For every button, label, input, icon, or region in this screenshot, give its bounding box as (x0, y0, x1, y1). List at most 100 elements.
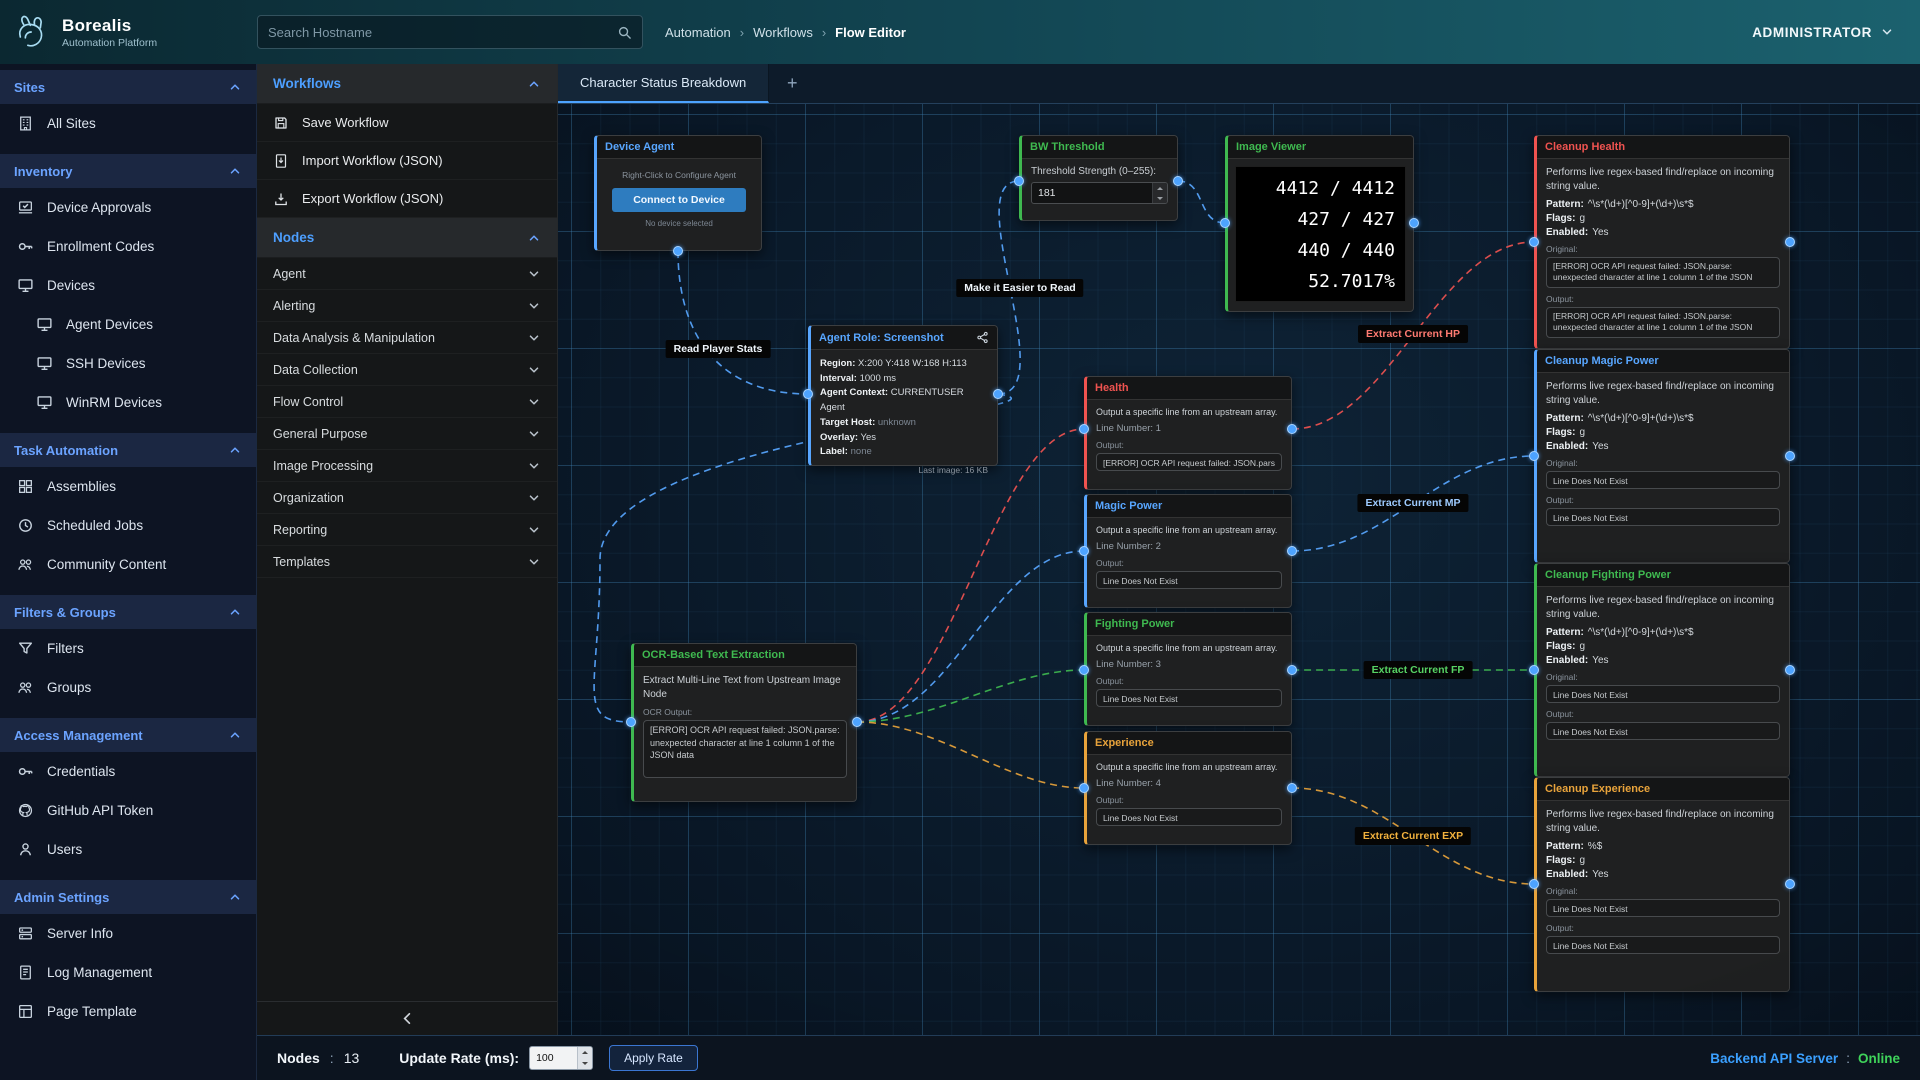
sidebar-item-log-management[interactable]: Log Management (0, 953, 256, 992)
workflows-section-header[interactable]: Workflows (257, 64, 557, 104)
port-bw-threshold-input[interactable] (1014, 176, 1024, 186)
node-cleanup-magic-power[interactable]: Cleanup Magic Power Performs live regex-… (1534, 349, 1790, 563)
port-cleanup-experience-output[interactable] (1785, 879, 1795, 889)
node-category-image-processing[interactable]: Image Processing (257, 450, 557, 482)
port-cleanup-magic-output[interactable] (1785, 451, 1795, 461)
sidebar-section-header-access-management[interactable]: Access Management (0, 718, 256, 752)
port-fighting-power-input[interactable] (1079, 665, 1089, 675)
export-workflow-button[interactable]: Export Workflow (JSON) (257, 180, 557, 218)
node-category-data-collection[interactable]: Data Collection (257, 354, 557, 386)
port-bw-threshold-output[interactable] (1173, 176, 1183, 186)
node-device-agent[interactable]: Device Agent Right-Click to Configure Ag… (594, 135, 762, 251)
sidebar-item-server-info[interactable]: Server Info (0, 914, 256, 953)
sidebar-item-assemblies[interactable]: Assemblies (0, 467, 256, 506)
sidebar-item-users[interactable]: Users (0, 830, 256, 869)
port-cleanup-health-input[interactable] (1529, 237, 1539, 247)
sidebar-item-credentials[interactable]: Credentials (0, 752, 256, 791)
node-cleanup-fighting-power[interactable]: Cleanup Fighting Power Performs live reg… (1534, 563, 1790, 777)
user-menu[interactable]: ADMINISTRATOR (1752, 25, 1894, 40)
sidebar-item-devices[interactable]: Devices (0, 266, 256, 305)
port-cleanup-fighting-output[interactable] (1785, 665, 1795, 675)
node-image-viewer[interactable]: Image Viewer 4412 / 4412 427 / 427 440 /… (1225, 135, 1414, 312)
port-magic-power-output[interactable] (1287, 546, 1297, 556)
sidebar-item-groups[interactable]: Groups (0, 668, 256, 707)
breadcrumb-item-workflows[interactable]: Workflows (753, 25, 813, 40)
import-workflow-button[interactable]: Import Workflow (JSON) (257, 142, 557, 180)
node-magic-power[interactable]: Magic Power Output a specific line from … (1084, 494, 1292, 608)
node-bw-threshold[interactable]: BW Threshold Threshold Strength (0–255): (1019, 135, 1178, 221)
update-rate-input[interactable] (530, 1047, 577, 1069)
port-image-viewer-input[interactable] (1220, 218, 1230, 228)
node-category-templates[interactable]: Templates (257, 546, 557, 578)
spin-down-icon[interactable] (1153, 193, 1167, 203)
update-rate-stepper[interactable] (529, 1046, 593, 1070)
apply-rate-button[interactable]: Apply Rate (609, 1045, 698, 1071)
threshold-input[interactable] (1032, 183, 1152, 203)
connect-to-device-button[interactable]: Connect to Device (612, 188, 746, 212)
spinner-buttons[interactable] (1152, 183, 1167, 203)
share-icon[interactable] (976, 331, 989, 344)
node-category-alerting[interactable]: Alerting (257, 290, 557, 322)
node-cleanup-health[interactable]: Cleanup Health Performs live regex-based… (1534, 135, 1790, 349)
sidebar-item-agent-devices[interactable]: Agent Devices (0, 305, 256, 344)
node-category-reporting[interactable]: Reporting (257, 514, 557, 546)
sidebar-item-winrm-devices[interactable]: WinRM Devices (0, 383, 256, 422)
node-ocr-text-extraction[interactable]: OCR-Based Text Extraction Extract Multi-… (631, 643, 857, 802)
spinner-buttons[interactable] (577, 1047, 592, 1069)
breadcrumb-item-automation[interactable]: Automation (665, 25, 731, 40)
node-fighting-power[interactable]: Fighting Power Output a specific line fr… (1084, 612, 1292, 726)
sidebar-item-device-approvals[interactable]: Device Approvals (0, 188, 256, 227)
sidebar-item-all-sites[interactable]: All Sites (0, 104, 256, 143)
port-fighting-power-output[interactable] (1287, 665, 1297, 675)
port-cleanup-experience-input[interactable] (1529, 879, 1539, 889)
sidebar-section-inventory: Inventory Device Approvals Enrollment Co… (0, 154, 256, 422)
search-input[interactable] (268, 25, 617, 40)
port-experience-input[interactable] (1079, 783, 1089, 793)
sidebar-item-scheduled-jobs[interactable]: Scheduled Jobs (0, 506, 256, 545)
sidebar-section-header-task-automation[interactable]: Task Automation (0, 433, 256, 467)
sidebar-item-page-template[interactable]: Page Template (0, 992, 256, 1031)
port-experience-output[interactable] (1287, 783, 1297, 793)
spin-down-icon[interactable] (578, 1058, 592, 1069)
tab-character-status-breakdown[interactable]: Character Status Breakdown (558, 64, 769, 103)
node-health[interactable]: Health Output a specific line from an up… (1084, 376, 1292, 490)
port-magic-power-input[interactable] (1079, 546, 1089, 556)
sidebar-section-header-admin-settings[interactable]: Admin Settings (0, 880, 256, 914)
port-ocr-input[interactable] (626, 717, 636, 727)
collapse-panel-button[interactable] (257, 1001, 557, 1035)
node-agent-role-screenshot[interactable]: Agent Role: Screenshot Region: X:200 Y:4… (808, 325, 998, 466)
port-health-input[interactable] (1079, 424, 1089, 434)
sidebar-section-header-filters-groups[interactable]: Filters & Groups (0, 595, 256, 629)
save-workflow-button[interactable]: Save Workflow (257, 104, 557, 142)
sidebar-item-enrollment-codes[interactable]: Enrollment Codes (0, 227, 256, 266)
node-category-organization[interactable]: Organization (257, 482, 557, 514)
sidebar-section-header-sites[interactable]: Sites (0, 70, 256, 104)
port-ocr-output[interactable] (852, 717, 862, 727)
sidebar-item-community-content[interactable]: Community Content (0, 545, 256, 584)
nodes-section-header[interactable]: Nodes (257, 218, 557, 258)
node-category-flow-control[interactable]: Flow Control (257, 386, 557, 418)
spin-up-icon[interactable] (578, 1047, 592, 1058)
flow-canvas[interactable]: Device Agent Right-Click to Configure Ag… (558, 104, 1920, 1035)
node-category-general-purpose[interactable]: General Purpose (257, 418, 557, 450)
add-tab-button[interactable]: + (769, 64, 815, 103)
node-experience[interactable]: Experience Output a specific line from a… (1084, 731, 1292, 845)
threshold-stepper[interactable] (1031, 182, 1168, 204)
sidebar-section-header-inventory[interactable]: Inventory (0, 154, 256, 188)
port-cleanup-magic-input[interactable] (1529, 451, 1539, 461)
sidebar-item-github-api-token[interactable]: GitHub API Token (0, 791, 256, 830)
sidebar-item-ssh-devices[interactable]: SSH Devices (0, 344, 256, 383)
node-cleanup-experience[interactable]: Cleanup Experience Performs live regex-b… (1534, 777, 1790, 992)
sidebar-item-filters[interactable]: Filters (0, 629, 256, 668)
search-box[interactable] (257, 15, 643, 49)
port-cleanup-health-output[interactable] (1785, 237, 1795, 247)
port-health-output[interactable] (1287, 424, 1297, 434)
port-screenshot-input[interactable] (803, 389, 813, 399)
port-cleanup-fighting-input[interactable] (1529, 665, 1539, 675)
port-screenshot-output[interactable] (993, 389, 1003, 399)
node-category-data-analysis[interactable]: Data Analysis & Manipulation (257, 322, 557, 354)
port-device-agent-output[interactable] (673, 246, 683, 256)
node-category-agent[interactable]: Agent (257, 258, 557, 290)
port-image-viewer-output[interactable] (1409, 218, 1419, 228)
spin-up-icon[interactable] (1153, 183, 1167, 193)
